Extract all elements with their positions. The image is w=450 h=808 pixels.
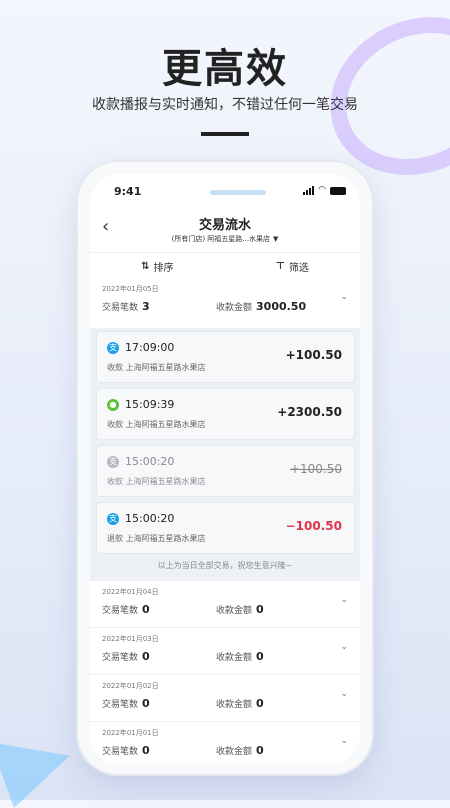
day-summary[interactable]: 2022年01月03日 交易笔数 0 收款金额 0 ⌄ [90, 628, 360, 675]
hero-title: 更高效 [162, 46, 288, 92]
amount-label: 收款金额 0 [216, 697, 264, 710]
transaction-item[interactable]: ● 15:09:39 收款 上海阿福五星路水果店 +2300.50 [96, 388, 355, 440]
sort-label: 排序 [153, 262, 174, 274]
system-icons: ◠ [303, 186, 346, 195]
amount-label: 收款金额 0 [216, 744, 264, 757]
transaction-item[interactable]: 支 15:00:20 退款 上海阿福五星路水果店 −100.50 [96, 502, 355, 554]
day-date: 2022年01月05日 [102, 285, 159, 293]
wechat-icon: ● [107, 399, 119, 411]
transaction-amount: +2300.50 [277, 405, 342, 419]
day-summary[interactable]: 2022年01月04日 交易笔数 0 收款金额 0 ⌄ [90, 581, 360, 628]
filter-icon: ⊤ [275, 260, 285, 272]
day-count: 3 [142, 300, 150, 313]
chevron-down-icon: ⌄ [340, 736, 348, 746]
store-selector-label: (所有门店) 阿福五星路...水果店 [171, 235, 270, 243]
transaction-item[interactable]: 支 17:09:00 收款 上海阿福五星路水果店 +100.50 [96, 331, 355, 383]
toolbar: ⇅ 排序 ⊤ 筛选 [90, 252, 360, 280]
count-label: 交易笔数 0 [102, 603, 150, 616]
day-amount: 0 [256, 697, 264, 710]
phone-mockup: 9:41 ◠ ‹ 交易流水 (所有门店) 阿福五星路...水果店 ▼ ⇅ 排序 ⊤… [78, 162, 372, 774]
list-footnote: 以上为当日全部交易，祝您生意兴隆~ [157, 561, 293, 570]
transaction-desc: 收款 上海阿福五星路水果店 [107, 420, 206, 429]
status-bar: 9:41 ◠ [90, 174, 360, 206]
signal-icon [303, 186, 315, 195]
transaction-amount: −100.50 [285, 519, 342, 533]
alipay-icon: 支 [107, 342, 119, 354]
day-date: 2022年01月01日 [102, 729, 159, 737]
transaction-item[interactable]: 支 15:00:20 收款 上海阿福五星路水果店 +100.50 [96, 445, 355, 497]
phone-screen: 9:41 ◠ ‹ 交易流水 (所有门店) 阿福五星路...水果店 ▼ ⇅ 排序 ⊤… [90, 174, 360, 764]
nav-bar: ‹ 交易流水 (所有门店) 阿福五星路...水果店 ▼ [90, 210, 360, 252]
day-summary[interactable]: 2022年01月05日 交易笔数 3 收款金额 3000.50 ⌄ [90, 278, 360, 329]
transaction-desc: 收款 上海阿福五星路水果店 [107, 363, 206, 372]
transaction-list: 支 17:09:00 收款 上海阿福五星路水果店 +100.50 ● 15:09… [90, 328, 360, 581]
transaction-desc: 退款 上海阿福五星路水果店 [107, 534, 206, 543]
amount-label: 收款金额 0 [216, 603, 264, 616]
amount-label: 收款金额 3000.50 [216, 300, 307, 313]
sort-button[interactable]: ⇅ 排序 [141, 259, 173, 274]
amount-label: 收款金额 0 [216, 650, 264, 663]
transaction-amount: +100.50 [289, 462, 342, 476]
filter-label: 筛选 [288, 262, 309, 274]
day-summary[interactable]: 2022年01月01日 交易笔数 0 收款金额 0 ⌄ [90, 722, 360, 764]
decorative-prism [0, 718, 80, 808]
count-label: 交易笔数 3 [102, 300, 150, 313]
wifi-icon: ◠ [318, 185, 326, 195]
day-date: 2022年01月02日 [102, 682, 159, 690]
day-date: 2022年01月03日 [102, 635, 159, 643]
hero-subtitle: 收款播报与实时通知，不错过任何一笔交易 [92, 97, 358, 113]
dropdown-caret-icon: ▼ [272, 235, 279, 243]
chevron-down-icon: ⌄ [340, 292, 348, 302]
chevron-down-icon: ⌄ [340, 689, 348, 699]
transaction-time: 15:09:39 [125, 398, 175, 411]
day-count: 0 [142, 603, 150, 616]
day-count: 0 [142, 650, 150, 663]
status-time: 9:41 [114, 185, 142, 198]
sort-icon: ⇅ [141, 260, 150, 272]
hero-underline [201, 132, 249, 136]
store-selector[interactable]: (所有门店) 阿福五星路...水果店 ▼ [90, 234, 360, 244]
day-count: 0 [142, 697, 150, 710]
transaction-time: 15:00:20 [125, 455, 175, 468]
day-amount: 0 [256, 650, 264, 663]
count-label: 交易笔数 0 [102, 744, 150, 757]
chevron-down-icon: ⌄ [340, 595, 348, 605]
alipay-icon: 支 [107, 456, 119, 468]
count-label: 交易笔数 0 [102, 650, 150, 663]
day-amount: 0 [256, 603, 264, 616]
transaction-amount: +100.50 [285, 348, 342, 362]
day-date: 2022年01月04日 [102, 588, 159, 596]
battery-icon [330, 186, 346, 195]
transaction-desc: 收款 上海阿福五星路水果店 [107, 477, 206, 486]
alipay-icon: 支 [107, 513, 119, 525]
transaction-time: 17:09:00 [125, 341, 175, 354]
day-amount: 3000.50 [256, 300, 307, 313]
day-amount: 0 [256, 744, 264, 757]
page-title: 交易流水 [198, 218, 251, 233]
transaction-time: 15:00:20 [125, 512, 175, 525]
count-label: 交易笔数 0 [102, 697, 150, 710]
day-summary[interactable]: 2022年01月02日 交易笔数 0 收款金额 0 ⌄ [90, 675, 360, 722]
day-count: 0 [142, 744, 150, 757]
filter-button[interactable]: ⊤ 筛选 [276, 259, 309, 274]
chevron-down-icon: ⌄ [340, 642, 348, 652]
